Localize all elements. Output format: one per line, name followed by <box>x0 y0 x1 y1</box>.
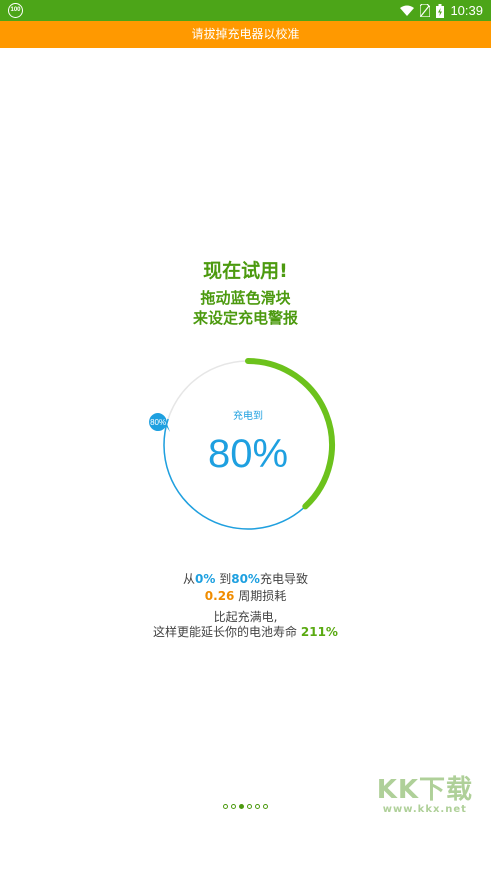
try-now-title: 现在试用! <box>203 260 288 282</box>
no-sim-icon <box>420 4 431 17</box>
from-value: 0% <box>195 572 216 586</box>
gauge-caption: 充电到 <box>233 409 263 422</box>
charge-alarm-gauge[interactable]: 80% 充电到 80% <box>130 353 340 543</box>
cycle-value: 0.26 <box>204 589 235 603</box>
compare-line: 比起充满电, <box>213 610 278 624</box>
calibration-banner: 请拔掉充电器以校准 <box>0 21 491 48</box>
page-dot <box>239 804 244 809</box>
instruction-line-1: 拖动蓝色滑块 <box>200 289 291 307</box>
app-badge-icon: 100 <box>8 3 23 18</box>
instruction-line-2: 来设定充电警报 <box>192 309 298 327</box>
onboarding-page: 现在试用! 拖动蓝色滑块 来设定充电警报 80% 充电到 80% 从0% 到80… <box>0 48 491 874</box>
extend-value: 211% <box>300 625 338 639</box>
page-dot <box>263 804 268 809</box>
watermark: KK下载 www.kkx.net <box>377 776 473 815</box>
page-dot <box>247 804 252 809</box>
watermark-logo: KK下载 <box>376 775 473 805</box>
page-dot <box>255 804 260 809</box>
slider-handle-label: 80% <box>150 418 166 427</box>
gauge-value: 80% <box>208 432 288 476</box>
status-time: 10:39 <box>450 3 483 18</box>
status-icons: 10:39 <box>400 0 483 21</box>
to-value: 80% <box>231 572 260 586</box>
page-dot <box>231 804 236 809</box>
battery-charging-icon <box>436 3 445 18</box>
watermark-url: www.kkx.net <box>382 804 467 815</box>
status-bar: 100 10:39 <box>0 0 491 21</box>
wifi-icon <box>400 5 415 16</box>
cycle-wear-line: 0.26 周期损耗 <box>204 589 287 603</box>
extend-life-line: 这样更能延长你的电池寿命 211% <box>153 625 338 639</box>
page-dot <box>223 804 228 809</box>
charge-range-line: 从0% 到80%充电导致 <box>183 572 308 586</box>
